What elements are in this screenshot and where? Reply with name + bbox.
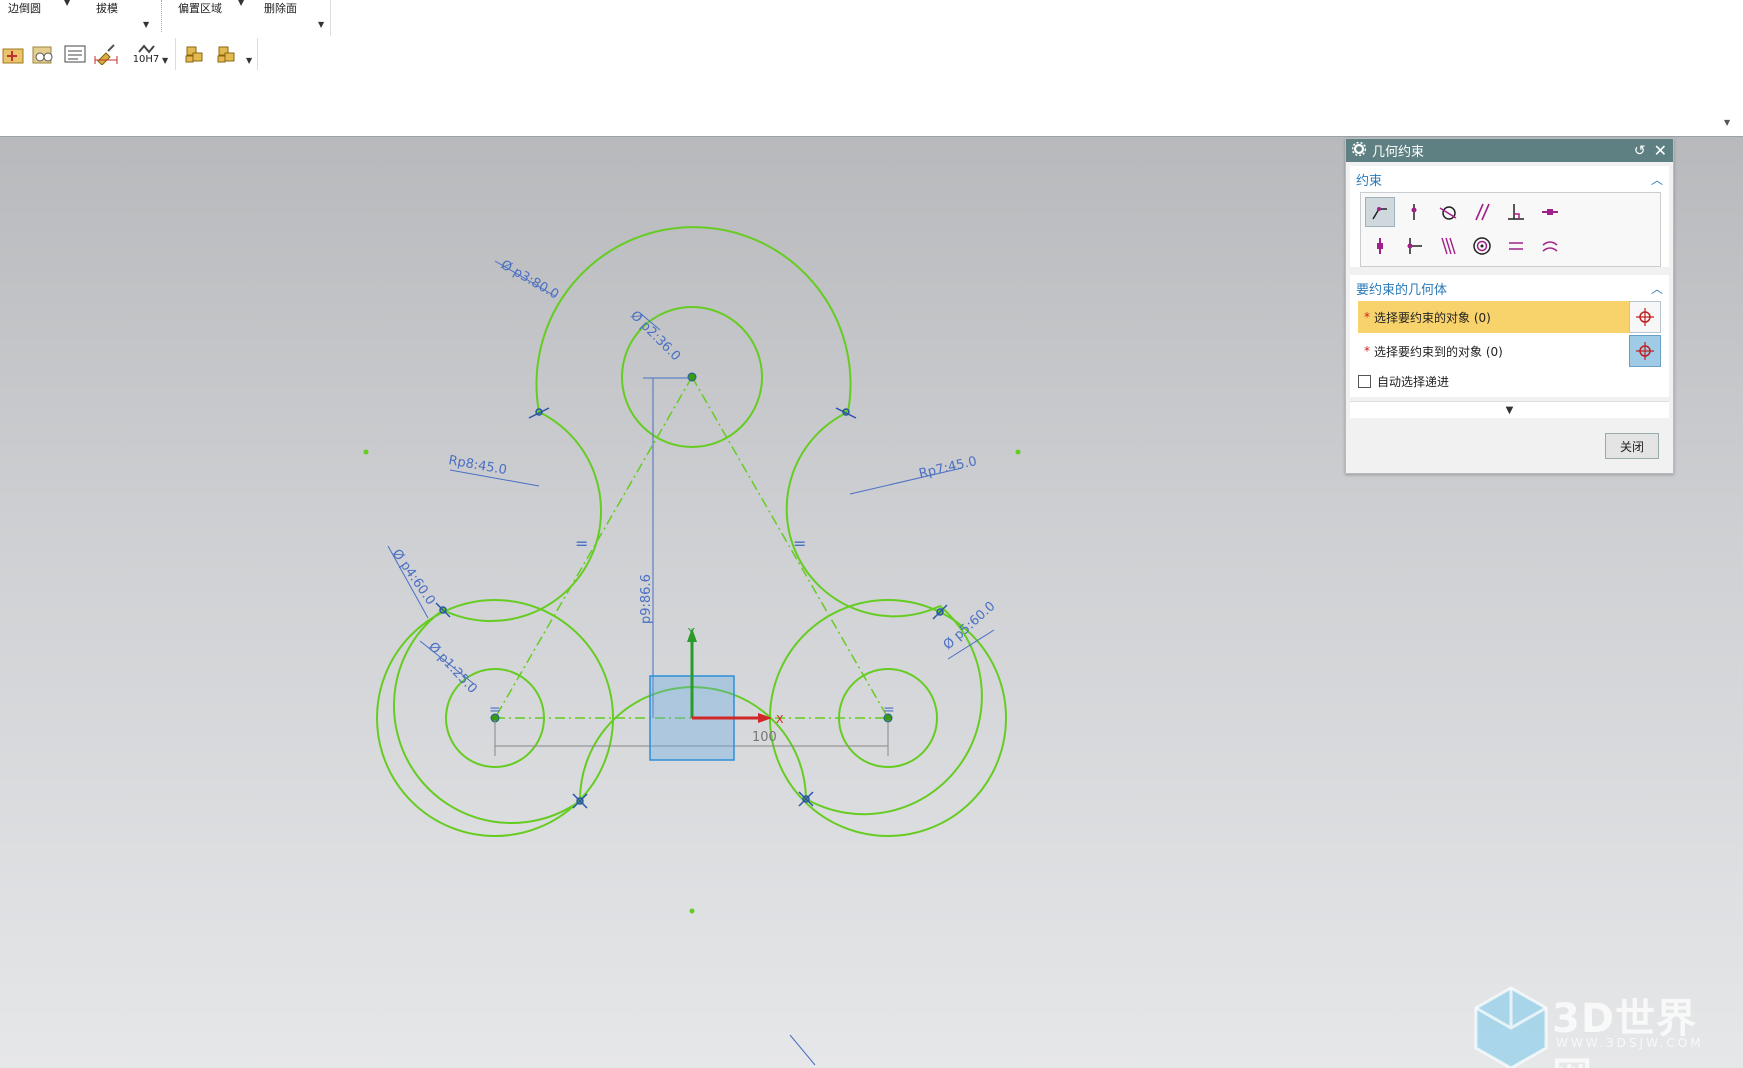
point xyxy=(363,449,369,455)
vertical-icon[interactable] xyxy=(1365,231,1395,261)
geometric-constraints-dialog[interactable]: 几何约束 ↺ ✕ 约束 ︿ 要约束的几何体 ︿ * 选择要约束的对象 (0) *… xyxy=(1345,138,1674,474)
select-target-label: 选择要约束到的对象 (0) xyxy=(1374,344,1503,359)
geometry-section-label: 要约束的几何体 xyxy=(1356,282,1448,298)
delete-face-button[interactable]: 删除面 xyxy=(264,0,297,16)
point xyxy=(1015,449,1021,455)
geometry-section: 要约束的几何体 ︿ * 选择要约束的对象 (0) * 选择要约束到的对象 (0)… xyxy=(1350,275,1669,397)
geometry-section-header[interactable]: 要约束的几何体 ︿ xyxy=(1350,275,1669,301)
assembly-icon[interactable] xyxy=(182,41,208,67)
center-point xyxy=(687,372,697,382)
gear-icon[interactable] xyxy=(1351,141,1367,160)
dimension-icon[interactable] xyxy=(93,53,119,67)
axis-label-y: Y xyxy=(687,626,695,639)
tolerance-dropdown[interactable]: ▼ xyxy=(162,56,168,65)
layer-icon[interactable] xyxy=(62,41,88,67)
equal-mark: = xyxy=(489,702,501,718)
crosshair-icon xyxy=(1636,342,1654,360)
reset-icon[interactable]: ↺ xyxy=(1634,143,1646,159)
select-object-button[interactable] xyxy=(1629,301,1661,333)
view-triad-arrow xyxy=(789,1034,816,1066)
close-icon[interactable]: ✕ xyxy=(1654,141,1667,160)
auto-select-checkbox[interactable] xyxy=(1358,374,1371,388)
assembly-multi-icon[interactable] xyxy=(214,41,240,67)
dim-p4[interactable]: Ø p4:60.0 xyxy=(389,547,438,608)
perpendicular-icon[interactable] xyxy=(1501,197,1531,227)
draft-dropdown[interactable]: ▼ xyxy=(143,20,149,29)
tolerance-label: 10H7 xyxy=(132,54,160,65)
dim-p8[interactable]: Rp8:45.0 xyxy=(447,453,508,478)
delete-face-dropdown[interactable]: ▼ xyxy=(318,20,324,29)
ribbon: 边倒圆 ▼ 拔模 ▼ 偏置区域 ▼ 删除面 ▼ 10H7 ▼ ▼ ▼ xyxy=(0,0,1743,137)
concentric-icon[interactable] xyxy=(1467,231,1497,261)
ribbon-separator xyxy=(161,0,162,32)
required-icon: * xyxy=(1364,344,1370,358)
equal-mark: = xyxy=(575,534,588,553)
edge-blend-dropdown[interactable]: ▼ xyxy=(64,0,70,7)
select-object-label: 选择要约束的对象 (0) xyxy=(1374,310,1491,325)
dialog-titlebar[interactable]: 几何约束 ↺ ✕ xyxy=(1346,139,1673,162)
axis-label-x: X xyxy=(776,713,784,726)
constraints-section: 约束 ︿ xyxy=(1350,166,1669,267)
equal-length-icon[interactable] xyxy=(1501,231,1531,261)
horizontal-align-icon[interactable] xyxy=(1399,231,1429,261)
dim-p3[interactable]: Ø p3:80.0 xyxy=(498,257,561,302)
dialog-title: 几何约束 xyxy=(1372,145,1425,160)
dim-p9[interactable]: p9:86.6 xyxy=(639,574,654,624)
constraints-section-header[interactable]: 约束 ︿ xyxy=(1350,166,1669,192)
constraint-type-grid xyxy=(1360,192,1661,267)
construction-line xyxy=(494,376,693,719)
dim-base[interactable]: 100 xyxy=(752,730,777,745)
dialog-footer: 关闭 xyxy=(1346,421,1673,473)
offset-region-dropdown[interactable]: ▼ xyxy=(238,0,244,7)
inspect-icon[interactable] xyxy=(30,41,56,67)
crosshair-icon xyxy=(1636,308,1654,326)
close-button[interactable]: 关闭 xyxy=(1605,433,1659,459)
edge-blend-button[interactable]: 边倒圆 xyxy=(8,0,41,16)
watermark-url: WWW.3DSJW.COM xyxy=(1556,1036,1704,1050)
dim-p1[interactable]: Ø p1:25.0 xyxy=(425,639,480,696)
offset-region-button[interactable]: 偏置区域 xyxy=(178,0,222,16)
collinear-icon[interactable] xyxy=(1433,231,1463,261)
required-icon: * xyxy=(1364,310,1370,324)
horizontal-icon[interactable] xyxy=(1535,197,1565,227)
point xyxy=(689,908,695,914)
chevron-up-icon[interactable]: ︿ xyxy=(1651,171,1663,188)
dim-p7[interactable]: Rp7:45.0 xyxy=(918,454,979,482)
select-object-row[interactable]: * 选择要约束的对象 (0) xyxy=(1358,301,1661,333)
equal-mark: = xyxy=(883,702,895,718)
equal-radius-icon[interactable] xyxy=(1535,231,1565,261)
ribbon-separator xyxy=(330,0,331,36)
equal-mark: = xyxy=(793,534,806,553)
ribbon-expand-icon[interactable]: ▼ xyxy=(1724,118,1739,127)
toolbar-separator xyxy=(175,38,176,70)
constraints-section-label: 约束 xyxy=(1356,173,1383,189)
watermark-brand: 3D世界网 xyxy=(1552,996,1698,1068)
select-target-row[interactable]: * 选择要约束到的对象 (0) xyxy=(1358,335,1661,367)
parallel-icon[interactable] xyxy=(1467,197,1497,227)
assembly-dropdown[interactable]: ▼ xyxy=(246,56,252,65)
coincident-icon[interactable] xyxy=(1365,197,1395,227)
tolerance-button[interactable]: 10H7 xyxy=(128,41,164,67)
draft-button[interactable]: 拔模 xyxy=(96,0,118,16)
watermark: 3D世界网 WWW.3DSJW.COM xyxy=(1456,968,1726,1068)
more-options-toggle[interactable]: ▼ xyxy=(1350,401,1669,418)
expand-more-icon[interactable]: ▼ xyxy=(1506,405,1514,416)
sketch-origin-icon[interactable] xyxy=(0,41,26,67)
toolbar-separator xyxy=(257,38,258,70)
tangent-icon[interactable] xyxy=(1433,197,1463,227)
chevron-up-icon[interactable]: ︿ xyxy=(1651,280,1663,297)
auto-select-row[interactable]: 自动选择递进 xyxy=(1358,369,1661,393)
auto-select-label: 自动选择递进 xyxy=(1377,374,1450,389)
select-target-button[interactable] xyxy=(1629,335,1661,367)
point-on-curve-icon[interactable] xyxy=(1399,197,1429,227)
construction-line xyxy=(691,376,889,719)
